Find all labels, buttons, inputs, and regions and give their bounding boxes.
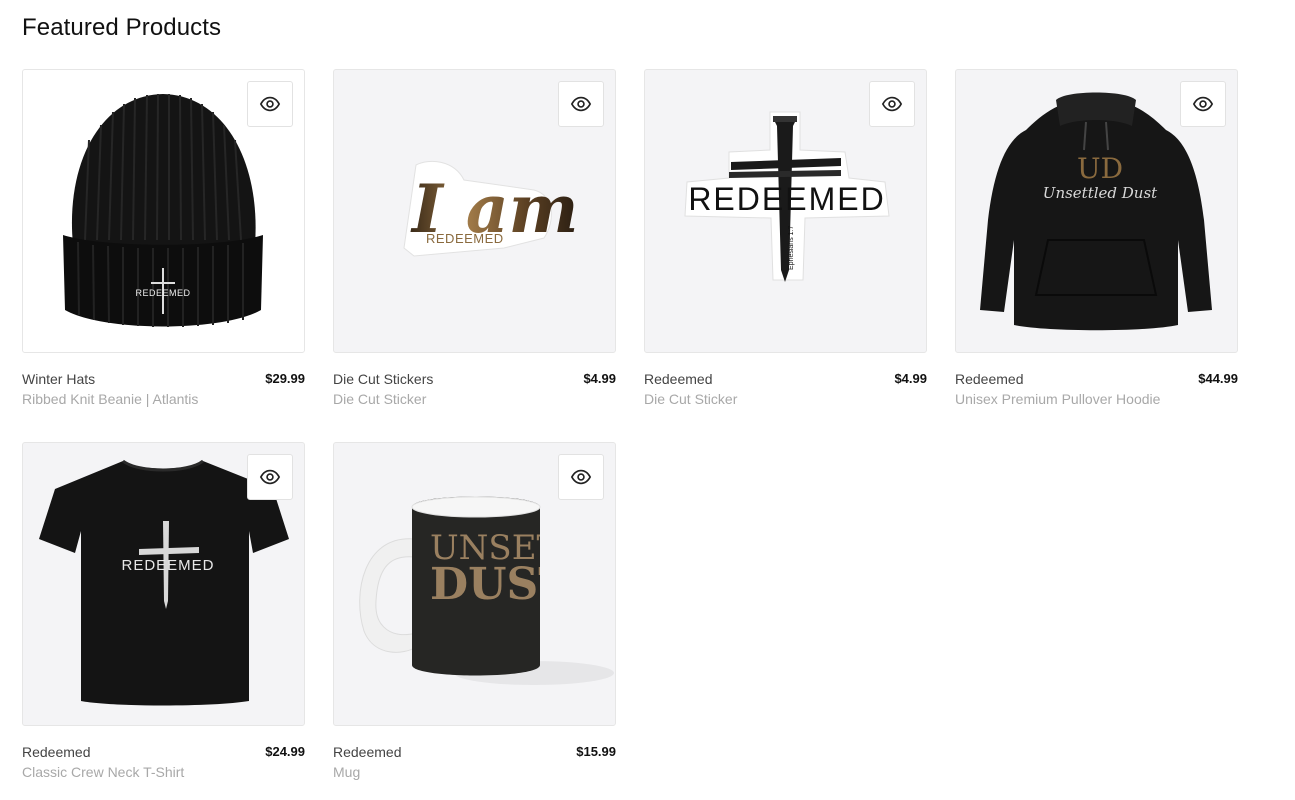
product-image[interactable]: REDEEMED bbox=[22, 442, 305, 726]
product-card[interactable]: UNSETT DUST Redeemed $15.99 Mug bbox=[333, 442, 616, 787]
product-image[interactable]: I am REDEEMED bbox=[333, 69, 616, 353]
art-text: UD bbox=[1077, 152, 1123, 185]
product-card[interactable]: REDEEMED Redeemed $24.99 Classic Crew Ne… bbox=[22, 442, 305, 787]
quick-view-button[interactable] bbox=[1180, 81, 1226, 127]
product-card[interactable]: REDEEMED Ephesians 1:7 Redeemed $4.99 Di… bbox=[644, 69, 927, 414]
eye-icon bbox=[1192, 96, 1214, 112]
product-collection[interactable]: Redeemed bbox=[644, 371, 713, 387]
eye-icon bbox=[881, 96, 903, 112]
product-price: $29.99 bbox=[265, 371, 305, 386]
eye-icon bbox=[570, 96, 592, 112]
product-collection[interactable]: Redeemed bbox=[955, 371, 1024, 387]
product-image[interactable]: REDEEMED Ephesians 1:7 bbox=[644, 69, 927, 353]
art-subtext: Ephesians 1:7 bbox=[788, 226, 795, 270]
art-text: REDEEMED bbox=[135, 288, 190, 298]
eye-icon bbox=[259, 469, 281, 485]
product-type[interactable]: Unisex Premium Pullover Hoodie bbox=[955, 391, 1160, 407]
product-card[interactable]: REDEEMED Winter Hats $29.99 Ribbed Knit … bbox=[22, 69, 305, 414]
product-collection[interactable]: Redeemed bbox=[22, 744, 91, 760]
product-type[interactable]: Die Cut Sticker bbox=[644, 391, 737, 407]
quick-view-button[interactable] bbox=[247, 454, 293, 500]
product-card[interactable]: I am REDEEMED Die Cut Stickers $4.99 Die… bbox=[333, 69, 616, 414]
product-type[interactable]: Mug bbox=[333, 764, 360, 780]
product-price: $4.99 bbox=[894, 371, 927, 386]
product-price: $24.99 bbox=[265, 744, 305, 759]
quick-view-button[interactable] bbox=[558, 454, 604, 500]
eye-icon bbox=[259, 96, 281, 112]
product-type[interactable]: Die Cut Sticker bbox=[333, 391, 426, 407]
product-image[interactable]: REDEEMED bbox=[22, 69, 305, 353]
eye-icon bbox=[570, 469, 592, 485]
product-type[interactable]: Classic Crew Neck T-Shirt bbox=[22, 764, 184, 780]
product-collection[interactable]: Winter Hats bbox=[22, 371, 95, 387]
product-price: $15.99 bbox=[576, 744, 616, 759]
art-subtext: REDEEMED bbox=[426, 231, 504, 246]
product-image[interactable]: UD Unsettled Dust bbox=[955, 69, 1238, 353]
quick-view-button[interactable] bbox=[558, 81, 604, 127]
art-text: REDEEMED bbox=[121, 557, 214, 574]
product-card[interactable]: UD Unsettled Dust Redeemed $44.99 Unisex… bbox=[955, 69, 1238, 414]
product-type[interactable]: Ribbed Knit Beanie | Atlantis bbox=[22, 391, 198, 407]
art-subtext: DUST bbox=[430, 559, 571, 610]
art-text: REDEEMED bbox=[688, 181, 885, 217]
product-collection[interactable]: Die Cut Stickers bbox=[333, 371, 433, 387]
quick-view-button[interactable] bbox=[869, 81, 915, 127]
art-subtext: Unsettled Dust bbox=[1043, 184, 1158, 202]
product-price: $44.99 bbox=[1198, 371, 1238, 386]
product-collection[interactable]: Redeemed bbox=[333, 744, 402, 760]
quick-view-button[interactable] bbox=[247, 81, 293, 127]
product-price: $4.99 bbox=[583, 371, 616, 386]
product-image[interactable]: UNSETT DUST bbox=[333, 442, 616, 726]
page-title: Featured Products bbox=[22, 14, 222, 41]
